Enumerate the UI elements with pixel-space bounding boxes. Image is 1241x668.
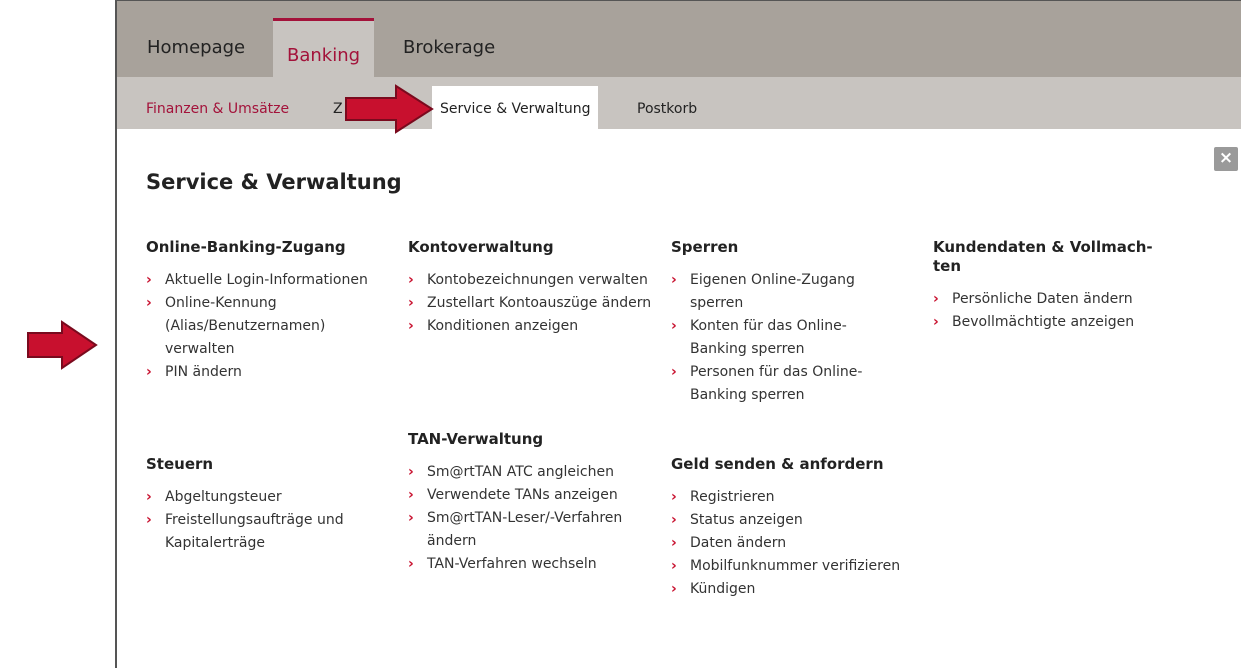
chevron-right-icon: › xyxy=(146,272,152,288)
menu-link[interactable]: › Kündigen xyxy=(671,578,901,601)
chevron-right-icon: › xyxy=(408,272,414,288)
tab-brokerage[interactable]: Brokerage xyxy=(403,37,495,58)
chevron-right-icon: › xyxy=(146,512,152,528)
arrow-right-icon xyxy=(27,320,98,370)
chevron-right-icon: › xyxy=(146,489,152,505)
subtab-finanzen-umsaetze[interactable]: Finanzen & Umsätze xyxy=(146,101,289,117)
top-nav: Homepage Banking Brokerage xyxy=(117,1,1241,78)
chevron-right-icon: › xyxy=(933,291,939,307)
section-title: Steuern xyxy=(146,455,214,473)
sub-nav: Finanzen & Umsätze Z Service & Verwaltun… xyxy=(117,77,1241,129)
menu-link[interactable]: › Persönliche Daten ändern xyxy=(933,288,1173,311)
section-geld-senden-anfordern: Geld senden & anfordern › Registrieren › S… xyxy=(671,455,901,601)
section-kundendaten-vollmachten: Kundendaten & Vollmach-ten › Persönliche … xyxy=(933,238,1173,334)
menu-link[interactable]: › Aktuelle Login-Informationen xyxy=(146,269,376,292)
menu-link[interactable]: › Verwendete TANs anzeigen xyxy=(408,484,653,507)
menu-link[interactable]: › Eigenen Online-Zugang sperren xyxy=(671,269,901,315)
menu-link[interactable]: › Konten für das Online-Banking sperren xyxy=(671,315,901,361)
chevron-right-icon: › xyxy=(408,556,414,572)
chevron-right-icon: › xyxy=(933,314,939,330)
subtab-postkorb[interactable]: Postkorb xyxy=(637,101,697,117)
arrow-right-icon xyxy=(345,84,434,134)
chevron-right-icon: › xyxy=(671,512,677,528)
menu-link[interactable]: › Zustellart Kontoauszüge ändern xyxy=(408,292,653,315)
menu-link[interactable]: › Freistellungsaufträge und Kapitalerträg… xyxy=(146,509,376,555)
section-title: Online-Banking-Zugang xyxy=(146,238,346,256)
section-tan-verwaltung: TAN-Verwaltung › Sm@rtTAN ATC angleichen … xyxy=(408,430,653,576)
chevron-right-icon: › xyxy=(408,487,414,503)
section-kontoverwaltung: Kontoverwaltung › Kontobezeichnungen verw… xyxy=(408,238,653,338)
menu-link[interactable]: › Online-Kennung (Alias/Benutzernamen) ve… xyxy=(146,292,376,361)
menu-link[interactable]: › PIN ändern xyxy=(146,361,376,384)
menu-link[interactable]: › Sm@rtTAN ATC angleichen xyxy=(408,461,653,484)
chevron-right-icon: › xyxy=(671,489,677,505)
section-sperren: Sperren › Eigenen Online-Zugang sperren ›… xyxy=(671,238,901,407)
menu-link[interactable]: › Mobilfunknummer verifizieren xyxy=(671,555,901,578)
section-steuern: Steuern › Abgeltungsteuer › Freistellungsa… xyxy=(146,455,376,555)
page-title: Service & Verwaltung xyxy=(146,170,402,194)
subtab-z[interactable]: Z xyxy=(333,101,343,117)
subtab-service-verwaltung[interactable]: Service & Verwaltung xyxy=(432,86,599,129)
chevron-right-icon: › xyxy=(671,364,677,380)
close-icon[interactable]: × xyxy=(1214,147,1238,171)
menu-link[interactable]: › Personen für das Online-Banking sperren xyxy=(671,361,901,407)
section-title: TAN-Verwaltung xyxy=(408,430,544,448)
menu-link[interactable]: › Status anzeigen xyxy=(671,509,901,532)
tab-homepage[interactable]: Homepage xyxy=(147,37,245,58)
chevron-right-icon: › xyxy=(671,581,677,597)
chevron-right-icon: › xyxy=(671,318,677,334)
chevron-right-icon: › xyxy=(671,272,677,288)
chevron-right-icon: › xyxy=(146,295,152,311)
menu-link[interactable]: › Konditionen anzeigen xyxy=(408,315,653,338)
chevron-right-icon: › xyxy=(671,558,677,574)
section-title: Kontoverwaltung xyxy=(408,238,554,256)
menu-link[interactable]: › Daten ändern xyxy=(671,532,901,555)
menu-link[interactable]: › Bevollmächtigte anzeigen xyxy=(933,311,1173,334)
section-title: Sperren xyxy=(671,238,739,256)
menu-link[interactable]: › Kontobezeichnungen verwalten xyxy=(408,269,653,292)
menu-link[interactable]: › TAN-Verfahren wechseln xyxy=(408,553,653,576)
menu-link[interactable]: › Sm@rtTAN-Leser/-Verfahren ändern xyxy=(408,507,653,553)
section-title: Geld senden & anfordern xyxy=(671,455,884,473)
chevron-right-icon: › xyxy=(408,510,414,526)
menu-link[interactable]: › Registrieren xyxy=(671,486,901,509)
menu-link[interactable]: › Abgeltungsteuer xyxy=(146,486,376,509)
chevron-right-icon: › xyxy=(671,535,677,551)
chevron-right-icon: › xyxy=(408,464,414,480)
tab-banking[interactable]: Banking xyxy=(273,18,375,78)
section-online-banking-zugang: Online-Banking-Zugang › Aktuelle Login-In… xyxy=(146,238,376,384)
chevron-right-icon: › xyxy=(408,318,414,334)
chevron-right-icon: › xyxy=(408,295,414,311)
section-title: Kundendaten & Vollmach-ten xyxy=(933,238,1153,275)
chevron-right-icon: › xyxy=(146,364,152,380)
